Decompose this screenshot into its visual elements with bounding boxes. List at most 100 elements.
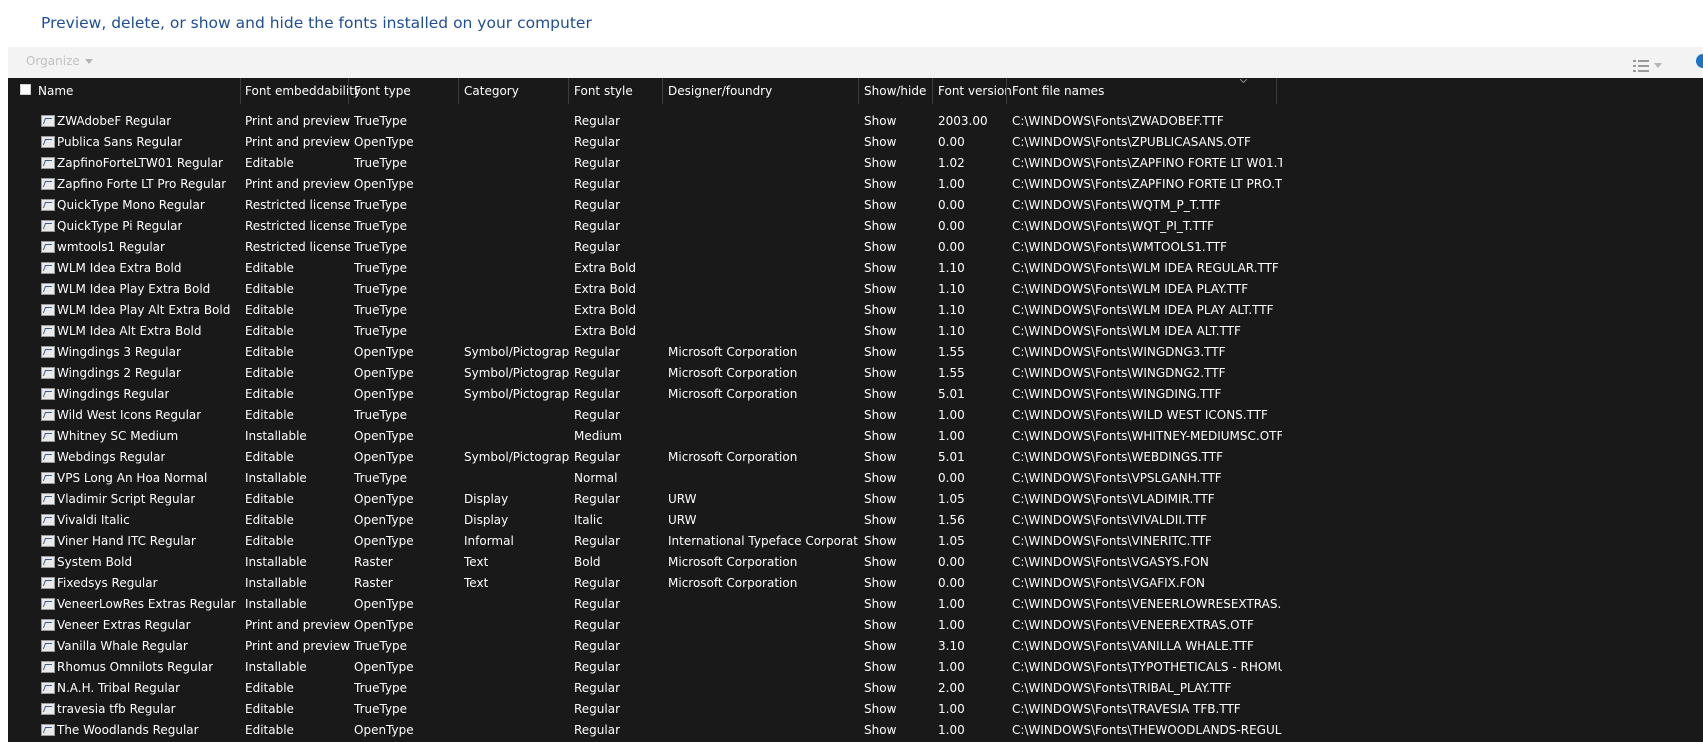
font-file-icon xyxy=(41,178,55,190)
cell-style: Regular xyxy=(574,156,621,170)
font-file-icon xyxy=(41,577,55,589)
cell-version: 1.00 xyxy=(938,660,965,674)
column-divider[interactable] xyxy=(568,78,569,104)
cell-file: C:\WINDOWS\Fonts\WILD WEST ICONS.TTF xyxy=(1012,408,1268,422)
cell-name: wmtools1 Regular xyxy=(57,240,165,254)
cell-show: Show xyxy=(864,324,897,338)
cell-file: C:\WINDOWS\Fonts\WEBDINGS.TTF xyxy=(1012,450,1223,464)
table-row[interactable]: Publica Sans Regular Print and preview Ope… xyxy=(8,132,1703,153)
table-row[interactable]: Wingdings Regular Editable OpenType Symbol/… xyxy=(8,384,1703,405)
column-divider[interactable] xyxy=(1006,78,1007,104)
font-file-icon xyxy=(41,640,55,652)
cell-name: Veneer Extras Regular xyxy=(57,618,191,632)
table-row[interactable]: System Bold Installable Raster Text Bold Micr… xyxy=(8,552,1703,573)
table-row[interactable]: Vivaldi Italic Editable OpenType Display Ita… xyxy=(8,510,1703,531)
table-row[interactable]: Fixedsys Regular Installable Raster Text Reg… xyxy=(8,573,1703,594)
cell-version: 1.10 xyxy=(938,261,965,275)
font-file-icon xyxy=(41,472,55,484)
table-row[interactable]: Vladimir Script Regular Editable OpenType D… xyxy=(8,489,1703,510)
table-row[interactable]: WLM Idea Alt Extra Bold Editable TrueType E… xyxy=(8,321,1703,342)
select-all-checkbox[interactable] xyxy=(20,84,31,95)
table-row[interactable]: Whitney SC Medium Installable OpenType Medi… xyxy=(8,426,1703,447)
column-header-style[interactable]: Font style xyxy=(574,78,633,104)
column-header-show[interactable]: Show/hide xyxy=(864,78,926,104)
table-row[interactable]: Veneer Extras Regular Print and preview Op… xyxy=(8,615,1703,636)
table-row[interactable]: The Woodlands Regular Editable OpenType Reg… xyxy=(8,720,1703,741)
cell-show: Show xyxy=(864,660,897,674)
cell-file: C:\WINDOWS\Fonts\VANILLA WHALE.TTF xyxy=(1012,639,1254,653)
cell-show: Show xyxy=(864,387,897,401)
cell-version: 0.00 xyxy=(938,576,965,590)
table-row[interactable]: VPS Long An Hoa Normal Installable TrueTyp… xyxy=(8,468,1703,489)
column-header-category[interactable]: Category xyxy=(464,78,519,104)
cell-name: VPS Long An Hoa Normal xyxy=(57,471,208,485)
font-file-icon xyxy=(41,241,55,253)
table-row[interactable]: WLM Idea Play Extra Bold Editable TrueType… xyxy=(8,279,1703,300)
cell-style: Regular xyxy=(574,702,621,716)
cell-embed: Editable xyxy=(245,681,294,695)
cell-name: ZWAdobeF Regular xyxy=(57,114,172,128)
table-row[interactable]: Wild West Icons Regular Editable TrueType R… xyxy=(8,405,1703,426)
cell-show: Show xyxy=(864,534,897,548)
column-header-version[interactable]: Font version xyxy=(938,78,1012,104)
table-row[interactable]: Rhomus Omnilots Regular Installable OpenTy… xyxy=(8,657,1703,678)
table-row[interactable]: Wingdings 3 Regular Editable OpenType Symbo… xyxy=(8,342,1703,363)
cell-file: C:\WINDOWS\Fonts\VINERITC.TTF xyxy=(1012,534,1212,548)
cell-show: Show xyxy=(864,576,897,590)
column-divider[interactable] xyxy=(348,78,349,104)
column-header-embed[interactable]: Font embeddability xyxy=(245,78,361,104)
cell-type: TrueType xyxy=(354,198,408,212)
column-divider[interactable] xyxy=(662,78,663,104)
cell-embed: Editable xyxy=(245,366,294,380)
help-icon[interactable] xyxy=(1696,54,1703,68)
column-header-designer[interactable]: Designer/foundry xyxy=(668,78,772,104)
table-row[interactable]: QuickType Mono Regular Restricted license… xyxy=(8,195,1703,216)
cell-category: Display xyxy=(464,513,509,527)
table-row[interactable]: Webdings Regular Editable OpenType Symbol/P… xyxy=(8,447,1703,468)
table-row[interactable]: Vanilla Whale Regular Print and preview Tr… xyxy=(8,636,1703,657)
organize-menu[interactable]: Organize xyxy=(26,54,93,68)
cell-embed: Editable xyxy=(245,534,294,548)
cell-style: Regular xyxy=(574,219,621,233)
cell-version: 1.10 xyxy=(938,303,965,317)
cell-style: Medium xyxy=(574,429,622,443)
cell-type: OpenType xyxy=(354,723,414,737)
cell-style: Regular xyxy=(574,639,621,653)
cell-show: Show xyxy=(864,198,897,212)
view-options-button[interactable] xyxy=(1633,55,1662,74)
table-row[interactable]: travesia tfb Regular Editable TrueType Regu… xyxy=(8,699,1703,720)
column-divider[interactable] xyxy=(240,78,241,104)
table-row[interactable]: WLM Idea Play Alt Extra Bold Editable True… xyxy=(8,300,1703,321)
cell-type: TrueType xyxy=(354,261,408,275)
cell-name: WLM Idea Play Alt Extra Bold xyxy=(57,303,231,317)
font-file-icon xyxy=(41,451,55,463)
column-divider[interactable] xyxy=(932,78,933,104)
table-row[interactable]: wmtools1 Regular Restricted license TrueTy… xyxy=(8,237,1703,258)
cell-type: TrueType xyxy=(354,303,408,317)
table-row[interactable]: VeneerLowRes Extras Regular Installable Op… xyxy=(8,594,1703,615)
table-row[interactable]: ZWAdobeF Regular Print and preview TrueTyp… xyxy=(8,111,1703,132)
cell-embed: Editable xyxy=(245,513,294,527)
cell-show: Show xyxy=(864,723,897,737)
cell-show: Show xyxy=(864,156,897,170)
table-row[interactable]: N.A.H. Tribal Regular Editable TrueType Reg… xyxy=(8,678,1703,699)
table-row[interactable]: Zapfino Forte LT Pro Regular Print and pr… xyxy=(8,174,1703,195)
column-header-type[interactable]: Font type xyxy=(354,78,411,104)
cell-version: 1.05 xyxy=(938,534,965,548)
column-divider[interactable] xyxy=(1276,78,1277,104)
table-row[interactable]: ZapfinoForteLTW01 Regular Editable TrueTyp… xyxy=(8,153,1703,174)
column-header-name[interactable]: Name xyxy=(38,78,73,104)
column-divider[interactable] xyxy=(458,78,459,104)
cell-type: TrueType xyxy=(354,114,408,128)
cell-embed: Editable xyxy=(245,324,294,338)
column-divider[interactable] xyxy=(858,78,859,104)
table-row[interactable]: WLM Idea Extra Bold Editable TrueType Extra… xyxy=(8,258,1703,279)
cell-type: TrueType xyxy=(354,324,408,338)
table-row[interactable]: Viner Hand ITC Regular Editable OpenType In… xyxy=(8,531,1703,552)
table-row[interactable]: QuickType Pi Regular Restricted license;.… xyxy=(8,216,1703,237)
cell-type: OpenType xyxy=(354,597,414,611)
cell-version: 1.55 xyxy=(938,345,965,359)
cell-designer: Microsoft Corporation xyxy=(668,387,798,401)
column-header-file[interactable]: Font file names xyxy=(1012,78,1104,104)
table-row[interactable]: Wingdings 2 Regular Editable OpenType Symbo… xyxy=(8,363,1703,384)
